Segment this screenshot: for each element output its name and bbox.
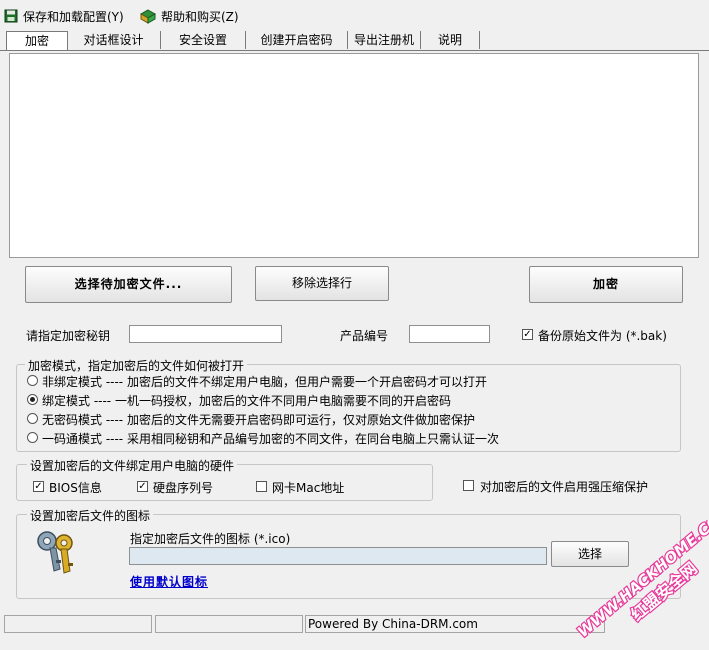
select-files-button[interactable]: 选择待加密文件... bbox=[25, 266, 232, 303]
mode-radio-nopassword[interactable] bbox=[27, 413, 38, 424]
help-buy-icon bbox=[140, 8, 156, 24]
bios-checkbox[interactable]: ✓ bbox=[33, 481, 44, 492]
bios-label: BIOS信息 bbox=[49, 481, 102, 495]
disk-checkbox[interactable]: ✓ bbox=[137, 481, 148, 492]
tab-help[interactable]: 说明 bbox=[421, 31, 480, 49]
menu-save-load[interactable]: 保存和加载配置(Y) bbox=[4, 8, 124, 24]
encrypt-button[interactable]: 加密 bbox=[529, 266, 683, 303]
remove-selected-button[interactable]: 移除选择行 bbox=[255, 266, 389, 301]
hardware-group-title: 设置加密后的文件绑定用户电脑的硬件 bbox=[27, 457, 238, 474]
tab-encrypt[interactable]: 加密 bbox=[6, 31, 68, 50]
hackhome-watermark: WWW.HACKHOME.COM 红盟安全网 bbox=[573, 520, 709, 642]
key-label: 请指定加密秘钥 bbox=[26, 329, 111, 343]
backup-checkbox[interactable]: ✓ bbox=[522, 329, 533, 340]
status-cell-powered: Powered By China-DRM.com bbox=[305, 615, 605, 633]
mode-group-title: 加密模式，指定加密后的文件如何被打开 bbox=[25, 357, 248, 374]
mode-label-nopassword: 无密码模式 ---- 加密后的文件无需要开启密码即可运行，仅对原始文件做加密保护 bbox=[42, 413, 475, 427]
mode-label-unbound: 非绑定模式 ---- 加密后的文件不绑定用户电脑，但用户需要一个开启密码才可以打… bbox=[42, 375, 487, 389]
icon-path-label: 指定加密后文件的图标 (*.ico) bbox=[130, 532, 291, 546]
mode-radio-unbound[interactable] bbox=[27, 375, 38, 386]
tab-bar: 加密 对话框设计 安全设置 创建开启密码 导出注册机 说明 bbox=[0, 31, 709, 51]
default-icon-link[interactable]: 使用默认图标 bbox=[130, 573, 208, 590]
tab-dialog-design-label: 对话框设计 bbox=[83, 33, 144, 47]
tab-create-password-label: 创建开启密码 bbox=[260, 33, 333, 47]
tab-security[interactable]: 安全设置 bbox=[161, 31, 246, 49]
tab-help-label: 说明 bbox=[437, 33, 462, 47]
disk-label: 硬盘序列号 bbox=[153, 481, 214, 495]
mode-radio-onecode[interactable] bbox=[27, 432, 38, 443]
tab-export-keygen-label: 导出注册机 bbox=[353, 33, 414, 47]
tab-export-keygen[interactable]: 导出注册机 bbox=[348, 31, 421, 49]
tab-baseline bbox=[0, 50, 709, 51]
menu-bar: 保存和加载配置(Y) 帮助和购买(Z) bbox=[0, 0, 709, 30]
compress-label: 对加密后的文件启用强压缩保护 bbox=[480, 480, 649, 494]
icon-group-title: 设置加密后文件的图标 bbox=[27, 507, 154, 524]
product-input[interactable] bbox=[409, 325, 490, 343]
menu-help-buy-label: 帮助和购买(Z) bbox=[161, 9, 239, 24]
keys-icon bbox=[37, 531, 73, 574]
tab-encrypt-label: 加密 bbox=[24, 34, 49, 48]
menu-help-buy[interactable]: 帮助和购买(Z) bbox=[140, 8, 239, 24]
product-label: 产品编号 bbox=[340, 329, 389, 343]
menu-save-load-label: 保存和加载配置(Y) bbox=[23, 9, 124, 24]
powered-by-text: Powered By China-DRM.com bbox=[308, 617, 478, 631]
status-cell-1 bbox=[4, 615, 152, 633]
mode-label-bound: 绑定模式 ---- 一机一码授权，加密后的文件不同用户电脑需要不同的开启密码 bbox=[42, 394, 451, 408]
key-input[interactable] bbox=[129, 325, 282, 343]
mode-radio-bound[interactable] bbox=[27, 394, 38, 405]
file-list[interactable] bbox=[9, 53, 699, 258]
compress-checkbox[interactable] bbox=[463, 480, 474, 491]
mac-checkbox[interactable] bbox=[256, 481, 267, 492]
tab-dialog-design[interactable]: 对话框设计 bbox=[67, 31, 161, 49]
icon-path-input[interactable] bbox=[129, 547, 547, 565]
status-cell-2 bbox=[155, 615, 303, 633]
tab-create-password[interactable]: 创建开启密码 bbox=[246, 31, 348, 49]
mode-label-onecode: 一码通模式 ---- 采用相同秘钥和产品编号加密的不同文件，在同台电脑上只需认证… bbox=[42, 432, 499, 446]
backup-label: 备份原始文件为 (*.bak) bbox=[538, 329, 667, 343]
tab-security-label: 安全设置 bbox=[178, 33, 227, 47]
floppy-disk-icon bbox=[4, 9, 18, 23]
mac-label: 网卡Mac地址 bbox=[272, 481, 345, 495]
